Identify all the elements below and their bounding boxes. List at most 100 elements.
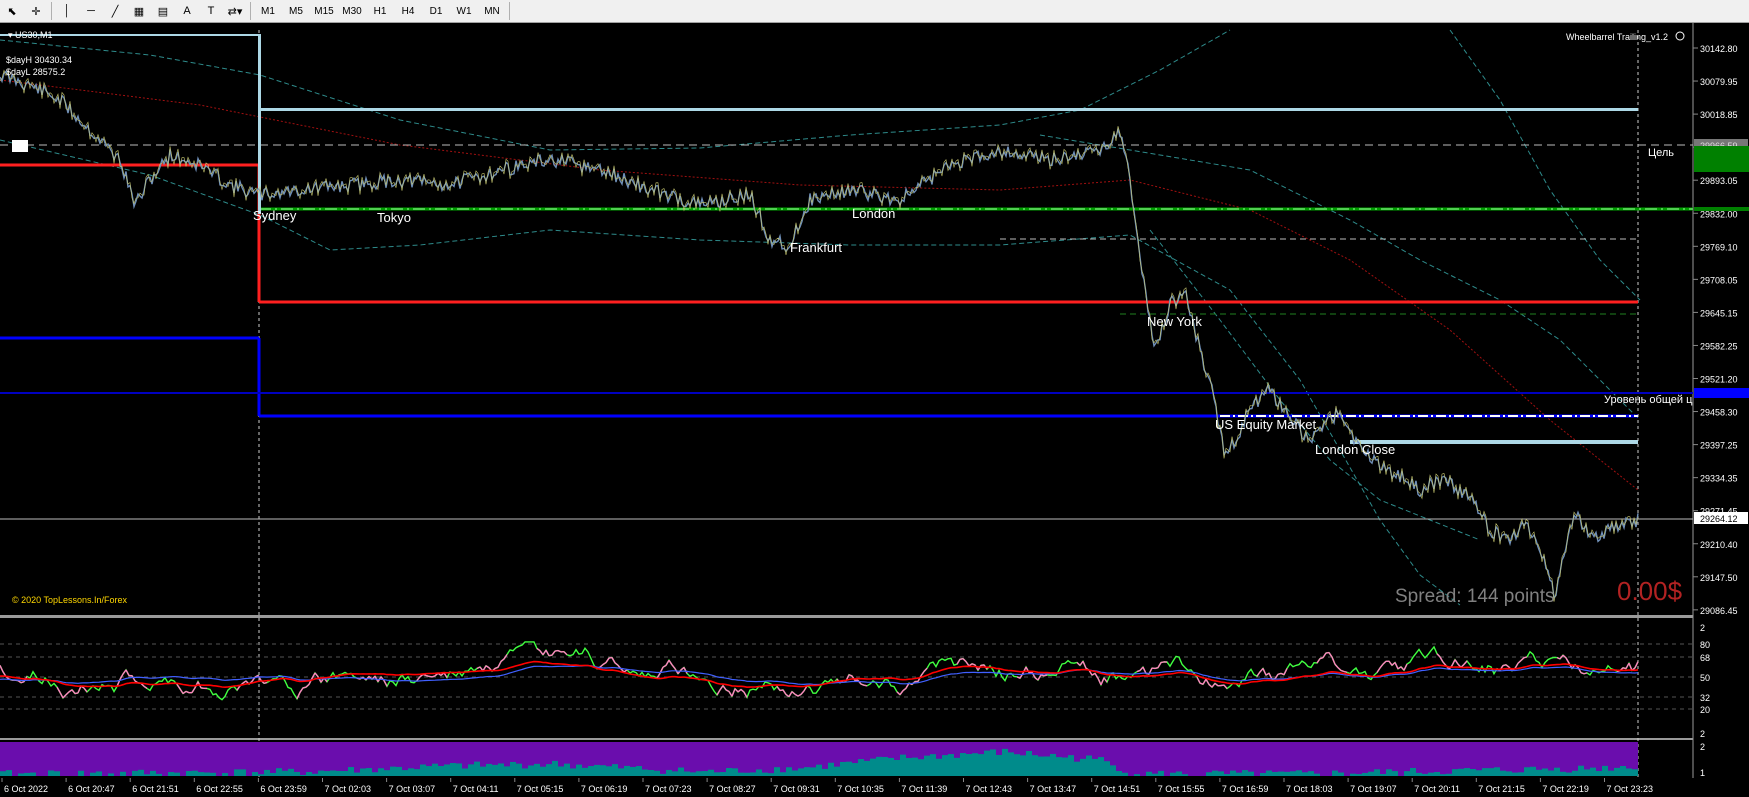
histogram-bar — [564, 763, 570, 776]
histogram-bar — [1008, 752, 1014, 776]
histogram-bar — [438, 766, 444, 776]
histogram-bar — [1554, 767, 1560, 776]
histogram-bar — [1494, 767, 1500, 776]
crosshair-icon[interactable]: ✛ — [24, 1, 48, 21]
oscillator-pink-segment — [1319, 656, 1324, 660]
histogram-bar — [954, 757, 960, 776]
chart-area[interactable]: Sydney Tokyo Frankfurt London New York US Equ… — [0, 23, 1749, 797]
price-axis-label: 29582.25 — [1700, 341, 1738, 351]
histogram-bar — [1116, 771, 1122, 776]
histogram-bar — [90, 772, 96, 776]
oscillator-pink-segment — [971, 663, 976, 666]
histogram-bar — [540, 766, 546, 776]
histogram-bar — [966, 753, 972, 776]
histogram-bar — [726, 768, 732, 776]
histogram-bar — [912, 757, 918, 776]
timeframe-m30[interactable]: M30 — [338, 1, 366, 21]
histogram-bar — [756, 769, 762, 776]
histogram-bar — [1290, 771, 1296, 776]
current-price-value: 29264.12 — [1700, 514, 1738, 524]
histogram-bar — [594, 764, 600, 776]
timeframe-m5[interactable]: M5 — [282, 1, 310, 21]
histogram-bar — [960, 753, 966, 776]
histogram-bar — [264, 769, 270, 776]
histogram-bar — [78, 770, 84, 776]
timeframe-mn[interactable]: MN — [478, 1, 506, 21]
histogram-bar — [96, 771, 102, 776]
histogram-bar — [450, 763, 456, 776]
histogram-bar — [456, 763, 462, 776]
histogram-bar — [558, 766, 564, 776]
time-axis-label: 7 Oct 21:15 — [1478, 784, 1525, 794]
timeframe-m1[interactable]: M1 — [254, 1, 282, 21]
timeframe-h1[interactable]: H1 — [366, 1, 394, 21]
histogram-bar — [1338, 772, 1344, 776]
histogram-bar — [870, 758, 876, 776]
histogram-bar — [1380, 774, 1386, 776]
time-axis-label: 7 Oct 07:23 — [645, 784, 692, 794]
histogram-bar — [1050, 753, 1056, 776]
histogram-bar — [174, 772, 180, 776]
vertical-line-icon[interactable]: │ — [55, 1, 79, 21]
histogram-bar — [660, 773, 666, 776]
histogram-bar — [1404, 771, 1410, 776]
session-label: Frankfurt — [790, 240, 842, 255]
oscillator-pink-segment — [554, 649, 559, 652]
histogram-bar — [1206, 772, 1212, 776]
histogram-bar — [234, 769, 240, 776]
histogram-bar — [780, 772, 786, 776]
histogram-bar — [1362, 772, 1368, 776]
session-label: London — [852, 206, 895, 221]
fibonacci-icon[interactable]: ▦ — [127, 1, 151, 21]
histogram-bar — [828, 762, 834, 776]
spread-label: Spread: 144 points — [1395, 586, 1555, 607]
histogram-bar — [1026, 750, 1032, 776]
histogram-bar — [24, 772, 30, 776]
histogram-bar — [576, 764, 582, 776]
time-axis-label: 7 Oct 13:47 — [1030, 784, 1077, 794]
histogram-bar — [816, 764, 822, 776]
histogram-bar — [1110, 765, 1116, 776]
horizontal-line-icon[interactable]: ─ — [79, 1, 103, 21]
text-label-icon[interactable]: T — [199, 1, 223, 21]
histogram-bar — [432, 763, 438, 776]
histogram-bar — [1602, 765, 1608, 776]
histogram-bar — [144, 774, 150, 776]
histogram-bar — [1122, 772, 1128, 776]
histogram-bar — [1350, 773, 1356, 776]
histogram-bar — [624, 765, 630, 776]
histogram-bar — [798, 768, 804, 776]
histogram-bar — [1596, 771, 1602, 776]
histogram-bar — [312, 773, 318, 776]
fibonacci-fan-icon[interactable]: ▤ — [151, 1, 175, 21]
histogram-bar — [702, 771, 708, 776]
cursor-icon[interactable]: ⬉ — [0, 1, 24, 21]
histogram-bar — [510, 761, 516, 776]
histogram-bar — [1158, 770, 1164, 776]
text-icon[interactable]: A — [175, 1, 199, 21]
histogram-bar — [18, 773, 24, 776]
histogram-bar — [546, 764, 552, 776]
shapes-dropdown-icon[interactable]: ⇄▾ — [223, 1, 247, 21]
timeframe-d1[interactable]: D1 — [422, 1, 450, 21]
histogram-bar — [1416, 772, 1422, 776]
copyright-label: © 2020 TopLessons.In/Forex — [12, 595, 128, 605]
histogram-bar — [852, 763, 858, 776]
histogram-bar — [690, 772, 696, 776]
trendline-icon[interactable]: ╱ — [103, 1, 127, 21]
price-axis-label: 29147.50 — [1700, 573, 1738, 583]
histogram-bar — [900, 754, 906, 776]
timeframe-h4[interactable]: H4 — [394, 1, 422, 21]
timeframe-w1[interactable]: W1 — [450, 1, 478, 21]
histogram-bar — [1170, 772, 1176, 776]
histogram-bar — [906, 757, 912, 776]
toolbar: ⬉ ✛ │ ─ ╱ ▦ ▤ A T ⇄▾ M1 M5 M15 M30 H1 H4 D1 W1 MN — [0, 0, 1749, 23]
histogram-bar — [888, 757, 894, 776]
histogram-bar — [1218, 771, 1224, 776]
timeframe-m15[interactable]: M15 — [310, 1, 338, 21]
histogram-bar — [972, 753, 978, 776]
osc-axis-label: 2 — [1700, 729, 1705, 739]
histogram-bar — [492, 764, 498, 776]
histogram-bar — [210, 772, 216, 776]
histogram-bar — [990, 749, 996, 776]
